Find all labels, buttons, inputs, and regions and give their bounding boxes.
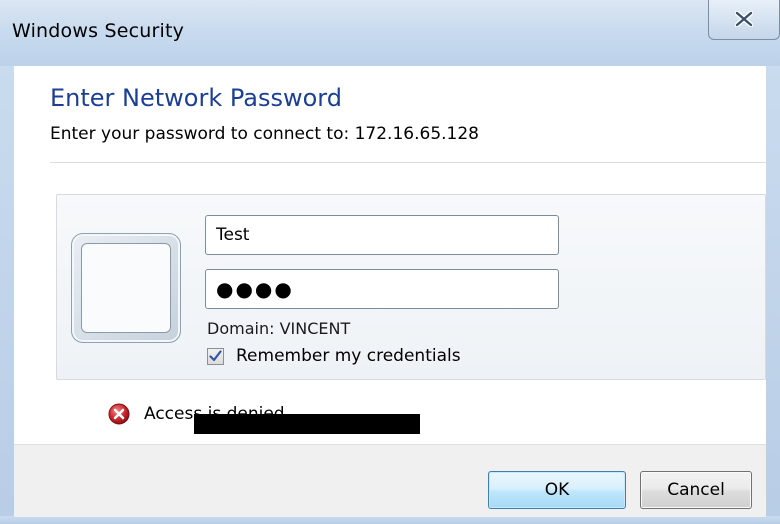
- redaction-bar: [194, 414, 420, 434]
- close-icon: [735, 10, 753, 27]
- button-footer: OK Cancel: [14, 444, 766, 517]
- dialog-body: Enter Network Password Enter your passwo…: [14, 66, 766, 517]
- title-bar[interactable]: Windows Security: [0, 0, 780, 66]
- credential-tile[interactable]: Domain: VINCENT Remember my credentials: [56, 194, 766, 380]
- ok-button[interactable]: OK: [488, 471, 626, 509]
- dialog-heading: Enter Network Password: [50, 84, 342, 112]
- remember-credentials-row[interactable]: Remember my credentials: [207, 345, 461, 367]
- cancel-button[interactable]: Cancel: [640, 471, 752, 509]
- window-frame-left: [0, 66, 14, 524]
- checkmark-icon: [209, 350, 222, 362]
- error-icon: [108, 403, 130, 425]
- window-title: Windows Security: [12, 20, 185, 42]
- user-tile-frame: [81, 243, 171, 333]
- username-input[interactable]: [205, 215, 559, 255]
- window-frame-right: [766, 66, 780, 524]
- remember-credentials-checkbox[interactable]: [207, 347, 224, 365]
- window-frame-bottom: [0, 516, 780, 524]
- remember-credentials-label: Remember my credentials: [236, 346, 461, 366]
- domain-label: Domain: VINCENT: [207, 319, 351, 338]
- password-input[interactable]: [205, 269, 559, 309]
- header-divider: [50, 162, 766, 163]
- dialog-subheading: Enter your password to connect to: 172.1…: [50, 124, 479, 144]
- close-button[interactable]: [708, 0, 780, 40]
- windows-security-dialog: Windows Security Enter Network Password …: [0, 0, 780, 524]
- user-tile-icon: [71, 233, 181, 343]
